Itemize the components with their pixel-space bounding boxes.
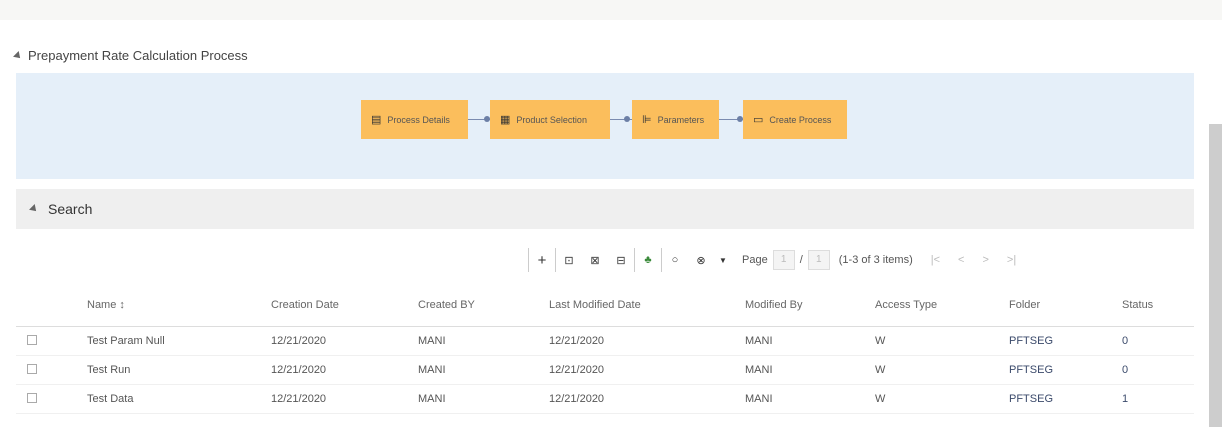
cell-modified-by: MANI: [744, 384, 874, 414]
search-title: Search: [48, 201, 93, 217]
results-table: Name ↕ Creation Date Created BY Last Mod…: [16, 284, 1194, 414]
items-count: (1-3 of 3 items): [838, 254, 913, 266]
node-label: Process Details: [387, 114, 450, 125]
edit-button[interactable]: ⊠: [582, 254, 608, 267]
cell-creation-date: 12/21/2020: [270, 384, 417, 414]
delete-button[interactable]: ⊗: [688, 254, 714, 267]
process-flow-area: ▤ Process Details ▦ Product Selection ⊫ …: [16, 73, 1194, 179]
col-header-select: [16, 284, 86, 327]
add-button[interactable]: +: [529, 252, 555, 269]
document-icon: ▤: [371, 114, 382, 126]
check-button[interactable]: ○: [662, 254, 688, 266]
node-process-details[interactable]: ▤ Process Details: [361, 100, 468, 139]
search-section-header[interactable]: Search: [16, 189, 1194, 229]
cell-access-type: W: [874, 326, 1008, 356]
cell-creation-date: 12/21/2020: [270, 355, 417, 385]
cell-last-modified-date: 12/21/2020: [548, 326, 744, 356]
col-header-creation-date[interactable]: Creation Date: [270, 284, 417, 327]
col-header-status[interactable]: Status: [1121, 284, 1194, 327]
col-header-created-by[interactable]: Created BY: [417, 284, 548, 327]
cell-access-type: W: [874, 384, 1008, 414]
product-icon: ▦: [500, 114, 511, 126]
cell-status: 1: [1121, 384, 1194, 414]
cell-status: 0: [1121, 326, 1194, 356]
cell-last-modified-date: 12/21/2020: [548, 355, 744, 385]
cell-folder: PFTSEG: [1008, 326, 1121, 356]
row-checkbox[interactable]: [27, 392, 37, 403]
parameters-icon: ⊫: [642, 114, 652, 126]
next-page-button[interactable]: >: [982, 254, 988, 266]
copy-button[interactable]: ⊟: [608, 254, 634, 267]
page-total: 1: [807, 250, 830, 270]
cell-folder: PFTSEG: [1008, 355, 1121, 385]
node-create-process[interactable]: ▭ Create Process: [743, 100, 847, 139]
cell-access-type: W: [874, 355, 1008, 385]
cell-name[interactable]: Test Param Null: [86, 326, 270, 356]
cell-creation-date: 12/21/2020: [270, 326, 417, 356]
page-input[interactable]: 1: [772, 250, 795, 270]
more-dropdown-icon[interactable]: ▼: [714, 256, 732, 265]
pagination: Page 1 / 1 (1-3 of 3 items) |< < > >|: [742, 250, 1016, 270]
page-slash: /: [799, 254, 803, 266]
node-parameters[interactable]: ⊫ Parameters: [632, 100, 719, 139]
connector-dot: [624, 116, 630, 122]
cell-modified-by: MANI: [744, 355, 874, 385]
folder-icon: ▭: [753, 114, 764, 126]
node-label: Create Process: [769, 114, 832, 125]
table-row[interactable]: Test Param Null 12/21/2020 MANI 12/21/20…: [16, 326, 1194, 356]
last-page-button[interactable]: >|: [1007, 254, 1016, 266]
cell-name[interactable]: Test Run: [86, 355, 270, 385]
table-row[interactable]: Test Data 12/21/2020 MANI 12/21/2020 MAN…: [16, 384, 1194, 414]
view-button[interactable]: ⊡: [556, 254, 582, 267]
cell-created-by: MANI: [417, 384, 548, 414]
table-header-row: Name ↕ Creation Date Created BY Last Mod…: [16, 284, 1194, 327]
cell-name[interactable]: Test Data: [86, 384, 270, 414]
col-header-modified-by[interactable]: Modified By: [744, 284, 874, 327]
collapse-icon[interactable]: [29, 204, 39, 214]
grid-toolbar: + ⊡ ⊠ ⊟ ♣ ○ ⊗ ▼ Page 1 / 1 (1-3 of 3 ite…: [528, 248, 1016, 272]
col-header-folder[interactable]: Folder: [1008, 284, 1121, 327]
col-header-last-modified-date[interactable]: Last Modified Date: [548, 284, 744, 327]
run-button[interactable]: ♣: [635, 254, 661, 266]
cell-status: 0: [1121, 355, 1194, 385]
row-checkbox[interactable]: [27, 363, 37, 374]
page-label: Page: [742, 254, 768, 266]
cell-created-by: MANI: [417, 326, 548, 356]
cell-folder: PFTSEG: [1008, 384, 1121, 414]
process-title: Prepayment Rate Calculation Process: [28, 48, 248, 63]
col-header-access-type[interactable]: Access Type: [874, 284, 1008, 327]
process-section-header[interactable]: Prepayment Rate Calculation Process: [13, 48, 248, 63]
node-product-selection[interactable]: ▦ Product Selection: [490, 100, 610, 139]
node-label: Product Selection: [516, 114, 587, 125]
prev-page-button[interactable]: <: [958, 254, 964, 266]
row-checkbox[interactable]: [27, 334, 37, 345]
top-strip: [0, 0, 1222, 20]
first-page-button[interactable]: |<: [931, 254, 940, 266]
cell-modified-by: MANI: [744, 326, 874, 356]
table-row[interactable]: Test Run 12/21/2020 MANI 12/21/2020 MANI…: [16, 355, 1194, 385]
node-label: Parameters: [657, 114, 705, 125]
cell-last-modified-date: 12/21/2020: [548, 384, 744, 414]
col-header-name[interactable]: Name ↕: [86, 284, 270, 327]
scrollbar-thumb[interactable]: [1209, 124, 1222, 427]
collapse-icon[interactable]: [13, 50, 23, 61]
cell-created-by: MANI: [417, 355, 548, 385]
